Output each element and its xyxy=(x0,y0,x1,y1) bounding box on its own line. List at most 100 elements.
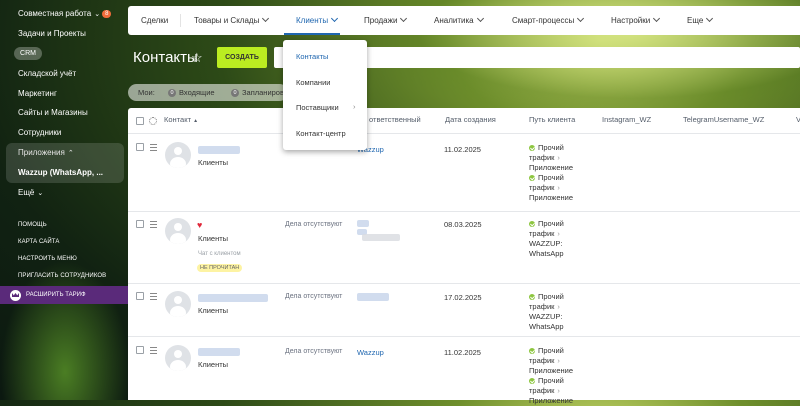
responsible-name[interactable]: Wazzup xyxy=(357,348,384,357)
avatar xyxy=(165,291,191,317)
chevron-right-icon: › xyxy=(557,302,560,311)
star-icon[interactable]: ☆ xyxy=(191,50,203,66)
check-circle-icon xyxy=(529,221,535,228)
sidebar-item-inventory[interactable]: Складской учёт xyxy=(18,69,76,78)
create-button[interactable]: СОЗДАТЬ xyxy=(217,47,267,68)
counter-planned[interactable]: 0 Запланиров xyxy=(231,84,284,101)
chevron-down-icon xyxy=(331,14,339,23)
responsible-redacted xyxy=(362,234,400,241)
sidebar-item-more[interactable]: Ещё ⌄ xyxy=(18,188,43,197)
menu-item-contacts[interactable]: Контакты xyxy=(296,52,328,61)
chevron-down-icon xyxy=(262,14,270,23)
menu-item-suppliers[interactable]: Поставщики xyxy=(296,103,339,112)
contact-type: Клиенты xyxy=(198,306,229,315)
chevron-down-icon xyxy=(653,14,661,23)
counters-label: Мои: xyxy=(138,88,155,97)
column-header-instagram[interactable]: Instagram_WZ xyxy=(602,115,651,124)
row-menu-icon[interactable] xyxy=(150,347,157,354)
check-circle-icon xyxy=(529,145,535,152)
contact-type: Клиенты xyxy=(198,360,229,369)
client-path: Прочий трафик › WAZZUP: WhatsApp xyxy=(529,219,564,258)
row-divider xyxy=(128,283,800,284)
sidebar-link-invite[interactable]: ПРИГЛАСИТЬ СОТРУДНИКОВ xyxy=(18,273,106,279)
nav-divider xyxy=(180,14,181,27)
menu-item-contact-center[interactable]: Контакт-центр xyxy=(296,129,346,138)
page-title: Контакты xyxy=(133,49,198,66)
contact-name-redacted[interactable] xyxy=(198,146,240,154)
row-checkbox[interactable] xyxy=(136,220,144,228)
counters-bar: Мои: 0 Входящие 0 Запланиров xyxy=(128,84,288,101)
left-sidebar: Совместная работа ⌄ 8 Задачи и Проекты CRM… xyxy=(0,0,128,400)
tab-smart-processes[interactable]: Смарт-процессы xyxy=(512,6,585,35)
contact-type: Клиенты xyxy=(198,158,229,167)
column-header-contact[interactable]: Контакт ▲ xyxy=(164,115,198,124)
chevron-down-icon: ⌄ xyxy=(37,190,44,197)
check-circle-icon xyxy=(529,294,535,301)
responsible-redacted[interactable] xyxy=(357,220,369,227)
client-path: Прочий трафик › Приложение Прочий трафик ›… xyxy=(529,143,573,202)
heart-icon: ♥ xyxy=(197,220,203,230)
client-path: Прочий трафик › WAZZUP: WhatsApp xyxy=(529,292,564,331)
sidebar-item-apps[interactable]: Приложения ⌃ xyxy=(18,148,74,157)
gear-icon[interactable] xyxy=(149,117,157,125)
sidebar-link-sitemap[interactable]: КАРТА САЙТА xyxy=(18,239,59,245)
select-all-checkbox[interactable] xyxy=(136,117,144,125)
sidebar-link-help[interactable]: ПОМОЩЬ xyxy=(18,222,47,228)
sidebar-item-wazzup[interactable]: Wazzup (WhatsApp, ... xyxy=(18,168,103,177)
client-path: Прочий трафик › Приложение Прочий трафик ›… xyxy=(529,346,573,405)
column-header-client-path[interactable]: Путь клиента xyxy=(529,115,575,124)
notification-badge: 8 xyxy=(102,9,112,18)
chevron-right-icon: › xyxy=(557,356,560,365)
header-divider xyxy=(128,133,800,134)
row-checkbox[interactable] xyxy=(136,292,144,300)
menu-item-companies[interactable]: Компании xyxy=(296,78,330,87)
created-date: 11.02.2025 xyxy=(444,145,481,154)
column-header-responsible[interactable]: ответственный xyxy=(369,115,421,124)
avatar xyxy=(165,218,191,244)
active-tab-indicator xyxy=(284,33,340,35)
sidebar-item-marketing[interactable]: Маркетинг xyxy=(18,89,57,98)
tab-analytics[interactable]: Аналитика xyxy=(434,6,484,35)
column-header-telegram[interactable]: TelegramUsername_WZ xyxy=(683,115,764,124)
sidebar-item-crm[interactable]: CRM xyxy=(14,47,42,60)
tab-clients[interactable]: Клиенты xyxy=(296,6,339,35)
contact-name-redacted[interactable] xyxy=(198,348,240,356)
counter-incoming[interactable]: 0 Входящие xyxy=(168,84,215,101)
sidebar-item-employees[interactable]: Сотрудники xyxy=(18,128,61,137)
activity-status: Дела отсутствуют xyxy=(285,348,343,355)
contacts-table: Контакт ▲ ответственный Дата создания Пу… xyxy=(128,108,800,405)
activity-status: Дела отсутствуют xyxy=(285,221,343,228)
chevron-right-icon: › xyxy=(557,153,560,162)
chevron-down-icon xyxy=(476,14,484,23)
contact-name-redacted[interactable] xyxy=(198,294,268,302)
upgrade-plan-button[interactable]: РАСШИРИТЬ ТАРИФ xyxy=(0,286,128,304)
chevron-down-icon: ⌄ xyxy=(94,11,101,18)
check-circle-icon xyxy=(529,378,535,385)
responsible-redacted[interactable] xyxy=(357,293,389,301)
tab-deals[interactable]: Сделки xyxy=(141,6,168,35)
tab-more[interactable]: Еще xyxy=(687,6,714,35)
activity-status: Дела отсутствуют xyxy=(285,293,343,300)
crown-icon xyxy=(10,290,21,301)
avatar xyxy=(165,142,191,168)
sidebar-item-sites[interactable]: Сайты и Магазины xyxy=(18,108,88,117)
column-header-created[interactable]: Дата создания xyxy=(445,115,496,124)
row-checkbox[interactable] xyxy=(136,346,144,354)
chat-label[interactable]: Чат с клиентом xyxy=(198,251,241,257)
row-menu-icon[interactable] xyxy=(150,221,157,228)
status-badge: НЕ ПРОЧИТАН xyxy=(197,264,243,272)
sidebar-item-collaboration[interactable]: Совместная работа ⌄ 8 xyxy=(18,9,112,18)
check-circle-icon xyxy=(529,175,535,182)
tab-products[interactable]: Товары и Склады xyxy=(194,6,270,35)
top-navigation: Сделки Товары и Склады Клиенты Продажи А… xyxy=(128,6,800,35)
tab-sales[interactable]: Продажи xyxy=(364,6,408,35)
created-date: 08.03.2025 xyxy=(444,220,482,229)
row-menu-icon[interactable] xyxy=(150,144,157,151)
row-checkbox[interactable] xyxy=(136,143,144,151)
avatar xyxy=(165,345,191,371)
sort-arrow-icon: ▲ xyxy=(193,118,199,124)
sidebar-link-configure-menu[interactable]: НАСТРОИТЬ МЕНЮ xyxy=(18,256,77,262)
tab-settings[interactable]: Настройки xyxy=(611,6,661,35)
sidebar-item-tasks[interactable]: Задачи и Проекты xyxy=(18,29,86,38)
row-menu-icon[interactable] xyxy=(150,293,157,300)
